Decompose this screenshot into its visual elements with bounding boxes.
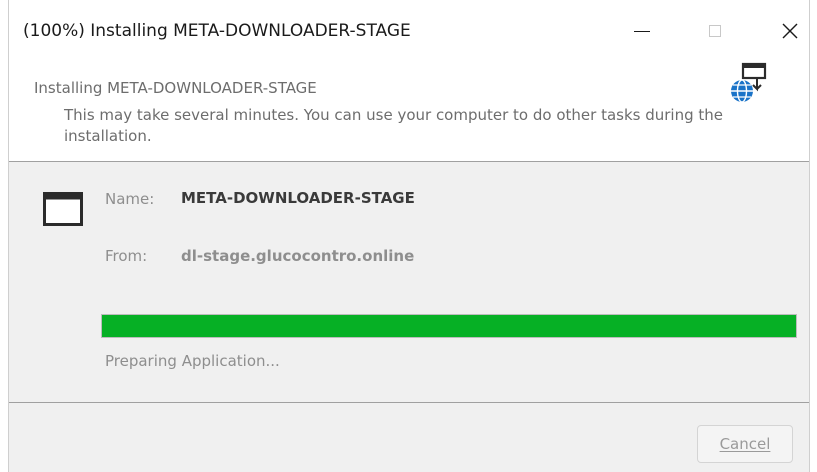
- header-title: Installing META-DOWNLOADER-STAGE: [34, 79, 317, 97]
- progress-status: Preparing Application...: [105, 352, 280, 370]
- maximize-button[interactable]: [692, 13, 738, 49]
- install-details: Name: META-DOWNLOADER-STAGE From: dl-sta…: [9, 162, 809, 402]
- name-label: Name:: [105, 190, 155, 208]
- progress-bar-fill: [102, 315, 796, 337]
- progress-bar: [101, 314, 797, 338]
- install-header: Installing META-DOWNLOADER-STAGE This ma…: [9, 62, 809, 162]
- name-value: META-DOWNLOADER-STAGE: [181, 189, 415, 207]
- installer-window: (100%) Installing META-DOWNLOADER-STAGE …: [8, 0, 810, 472]
- globe-network-icon: [731, 62, 767, 103]
- close-button[interactable]: [767, 13, 813, 49]
- application-window-icon: [43, 192, 83, 226]
- minimize-icon: [634, 30, 650, 32]
- cancel-button[interactable]: Cancel: [697, 425, 793, 463]
- title-bar[interactable]: (100%) Installing META-DOWNLOADER-STAGE: [9, 0, 809, 62]
- minimize-button[interactable]: [619, 13, 665, 49]
- from-value: dl-stage.glucocontro.online: [181, 247, 415, 265]
- maximize-icon: [709, 25, 721, 37]
- button-bar: Cancel: [9, 403, 809, 472]
- header-description: This may take several minutes. You can u…: [64, 106, 724, 145]
- close-icon: [782, 23, 798, 39]
- window-title: (100%) Installing META-DOWNLOADER-STAGE: [23, 21, 411, 41]
- from-label: From:: [105, 247, 148, 265]
